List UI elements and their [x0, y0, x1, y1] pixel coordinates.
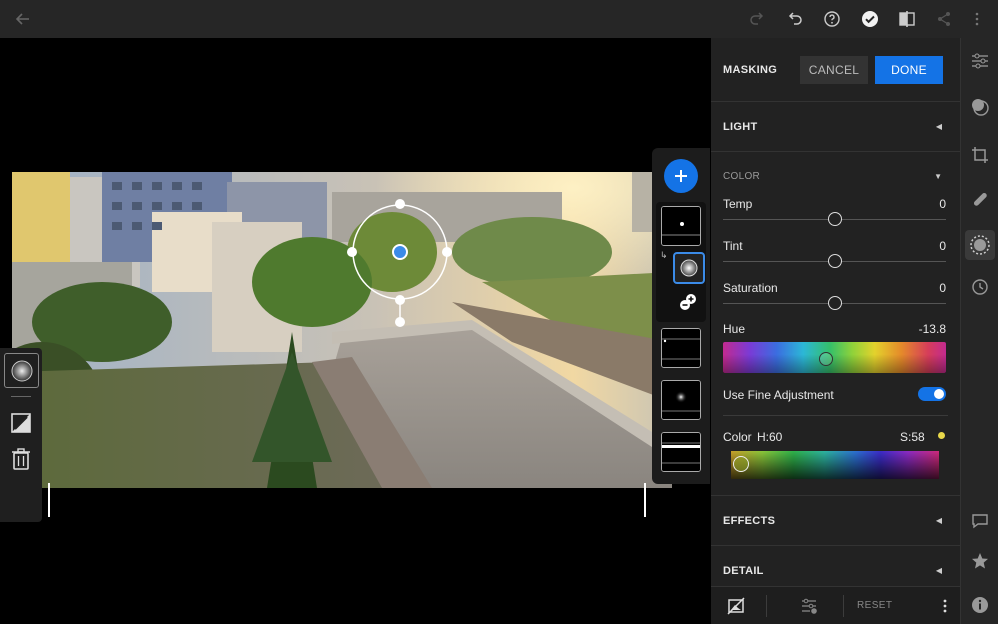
masking-header: MASKING CANCEL DONE: [711, 38, 960, 102]
mask-adjustments-icon[interactable]: [800, 597, 818, 615]
mask-list-panel: ↳: [652, 148, 710, 484]
check-icon[interactable]: [859, 8, 881, 30]
star-icon[interactable]: [969, 550, 991, 572]
divider: [843, 595, 844, 617]
info-icon[interactable]: [969, 594, 991, 616]
crop-icon[interactable]: [969, 144, 991, 166]
divider: [766, 595, 767, 617]
tint-label: Tint: [723, 239, 743, 253]
trash-icon[interactable]: [11, 448, 33, 472]
saturation-label: Saturation: [723, 281, 778, 295]
comment-icon[interactable]: [969, 510, 991, 532]
color-picker-field[interactable]: [731, 451, 939, 479]
redo-icon[interactable]: [746, 8, 768, 30]
mask-thumbnail-1[interactable]: [661, 206, 701, 246]
mask-thumbnail-3[interactable]: [661, 380, 701, 420]
add-subtract-mask-icon[interactable]: [678, 293, 700, 315]
cancel-button[interactable]: CANCEL: [800, 56, 868, 84]
color-section: COLOR ▼ Temp 0 Tint 0 Saturation 0 Hue -…: [711, 152, 960, 496]
temp-value[interactable]: 0: [939, 197, 946, 211]
temp-slider-knob[interactable]: [827, 212, 842, 226]
masking-title: MASKING: [723, 64, 778, 76]
photo-canvas[interactable]: [0, 38, 711, 624]
edit-sliders-icon[interactable]: [969, 50, 991, 72]
saturation-value[interactable]: 0: [939, 281, 946, 295]
color-picker-shade: [731, 451, 939, 479]
plus-icon: [675, 170, 687, 182]
reset-button[interactable]: RESET: [857, 600, 892, 611]
effects-section-title: EFFECTS: [723, 515, 776, 527]
add-mask-button[interactable]: [664, 159, 698, 193]
divider: [723, 415, 948, 416]
more-vertical-icon[interactable]: [942, 598, 948, 614]
crop-handle-right[interactable]: [644, 483, 646, 517]
color-s-readout: S:58: [900, 430, 925, 444]
color-picker-target[interactable]: [733, 456, 749, 472]
saturation-slider-knob[interactable]: [827, 296, 842, 310]
caret-left-icon: ◀: [935, 122, 942, 131]
radial-gradient-icon: [680, 259, 698, 277]
caret-left-icon: ◀: [935, 516, 942, 525]
tool-rail: [960, 38, 998, 624]
divider: [11, 396, 31, 397]
color-h-readout: H:60: [757, 430, 783, 444]
masking-panel: MASKING CANCEL DONE LIGHT ◀ COLOR ▼ Temp…: [711, 38, 960, 624]
color-label: Color: [723, 430, 752, 444]
panel-bottom-bar: RESET: [711, 586, 960, 624]
history-icon[interactable]: [969, 276, 991, 298]
mask-thumbnail-4[interactable]: [661, 432, 701, 472]
back-arrow-icon[interactable]: [12, 8, 34, 30]
presets-icon[interactable]: [969, 96, 991, 118]
done-button[interactable]: DONE: [875, 56, 943, 84]
color-section-title[interactable]: COLOR: [723, 171, 760, 182]
fine-adjust-toggle[interactable]: [918, 387, 946, 401]
color-swatch: [938, 432, 945, 439]
crop-handle-left[interactable]: [48, 483, 50, 517]
mask-tool-strip: [0, 348, 42, 522]
hue-shade: [723, 342, 946, 373]
tint-value[interactable]: 0: [939, 239, 946, 253]
share-icon[interactable]: [933, 8, 955, 30]
tint-slider-knob[interactable]: [827, 254, 842, 268]
radial-mask-tool-button[interactable]: [4, 353, 39, 388]
top-toolbar: [0, 0, 998, 38]
compare-icon[interactable]: [896, 8, 918, 30]
light-section-title: LIGHT: [723, 121, 758, 133]
caret-down-icon[interactable]: ▼: [934, 172, 942, 181]
invert-mask-icon[interactable]: [10, 412, 32, 434]
detail-section[interactable]: DETAIL ◀: [711, 546, 960, 586]
hide-mask-overlay-icon[interactable]: [727, 597, 745, 615]
more-vertical-icon[interactable]: [966, 8, 988, 30]
photo-image[interactable]: [12, 172, 672, 488]
mask-thumbnail-2[interactable]: [661, 328, 701, 368]
fine-adjust-label: Use Fine Adjustment: [723, 388, 834, 402]
undo-icon[interactable]: [784, 8, 806, 30]
hue-slider-knob[interactable]: [818, 352, 833, 366]
masking-tool-icon[interactable]: [965, 230, 995, 260]
hue-spectrum-slider[interactable]: [723, 342, 946, 373]
effects-section[interactable]: EFFECTS ◀: [711, 496, 960, 546]
sub-mask-arrow-icon: ↳: [660, 250, 668, 260]
help-icon[interactable]: [821, 8, 843, 30]
healing-brush-icon[interactable]: [969, 188, 991, 210]
radial-gradient-icon: [11, 360, 32, 381]
detail-section-title: DETAIL: [723, 565, 764, 577]
temp-label: Temp: [723, 197, 753, 211]
hue-value[interactable]: -13.8: [919, 322, 946, 336]
hue-label: Hue: [723, 322, 746, 336]
radial-sub-mask[interactable]: [673, 252, 705, 284]
toggle-thumb: [934, 389, 944, 399]
caret-left-icon: ◀: [935, 566, 942, 575]
light-section[interactable]: LIGHT ◀: [711, 102, 960, 152]
